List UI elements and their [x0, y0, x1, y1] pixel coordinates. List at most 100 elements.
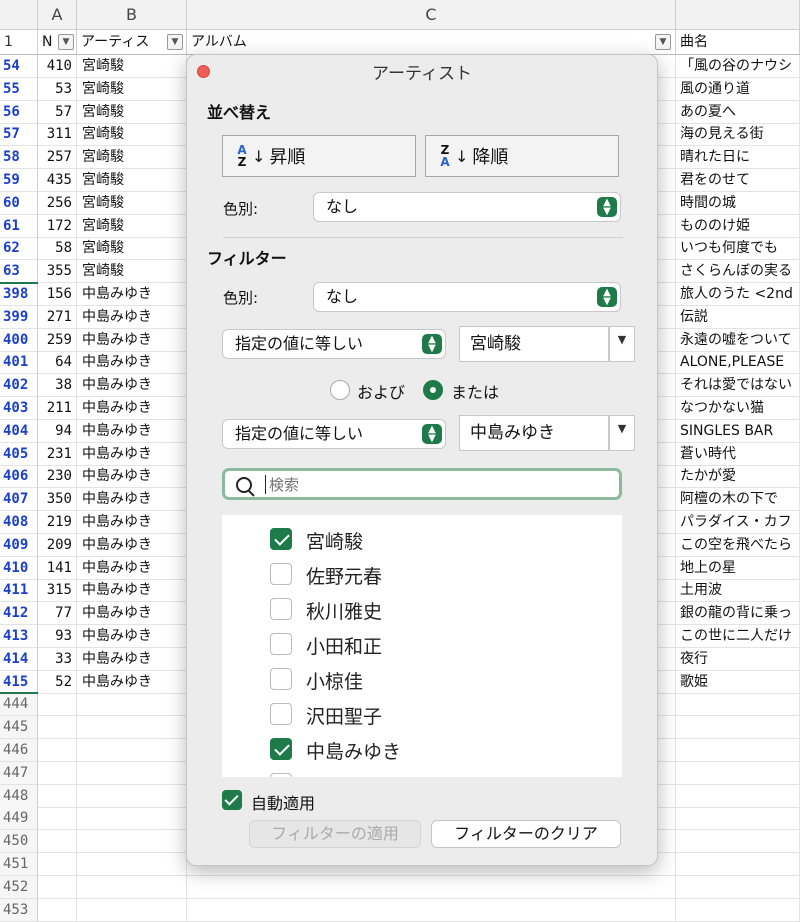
row-number[interactable]: 408	[0, 511, 38, 534]
header-cell-n[interactable]: N ▼	[38, 30, 77, 54]
row-number[interactable]: 400	[0, 328, 38, 352]
row-number[interactable]: 409	[0, 533, 38, 557]
list-item[interactable]: 宮崎駿	[222, 522, 622, 557]
cell-artist[interactable]: 中島みゆき	[77, 328, 187, 352]
cell-artist[interactable]: 宮崎駿	[77, 169, 187, 192]
row-number[interactable]: 63	[0, 260, 38, 284]
row-number[interactable]: 55	[0, 77, 38, 101]
cell-artist[interactable]	[77, 761, 187, 785]
cell-number[interactable]: 410	[38, 55, 77, 78]
row-number[interactable]: 402	[0, 374, 38, 398]
cell-number[interactable]: 38	[38, 374, 77, 398]
cell-artist[interactable]: 中島みゆき	[77, 647, 187, 671]
cell-number[interactable]	[38, 716, 77, 740]
cell-number[interactable]: 211	[38, 397, 77, 420]
cell-title[interactable]: あの夏へ	[676, 100, 800, 124]
search-box[interactable]	[222, 468, 622, 500]
row-number[interactable]: 453	[0, 898, 38, 922]
cell-title[interactable]	[676, 807, 800, 831]
cell-artist[interactable]: 中島みゆき	[77, 465, 187, 489]
and-radio[interactable]	[330, 380, 350, 400]
cell-number[interactable]	[38, 898, 77, 922]
cell-number[interactable]: 219	[38, 511, 77, 534]
filter-value-list[interactable]: 宮崎駿 佐野元春 秋川雅史 小田和正 小椋佳 沢田聖子 中島みゆき	[222, 515, 622, 777]
cell-title[interactable]: もののけ姫	[676, 214, 800, 238]
cell-artist[interactable]: 中島みゆき	[77, 397, 187, 420]
cell-artist[interactable]: 宮崎駿	[77, 214, 187, 238]
cell-number[interactable]	[38, 853, 77, 876]
cell-number[interactable]: 33	[38, 647, 77, 671]
row-number[interactable]: 451	[0, 853, 38, 876]
cell-artist[interactable]	[77, 716, 187, 740]
cell-title[interactable]: 歌姫	[676, 670, 800, 694]
cell-number[interactable]	[38, 739, 77, 762]
cell-title[interactable]: 伝説	[676, 305, 800, 329]
row-number[interactable]: 447	[0, 761, 38, 785]
cell-artist[interactable]: 宮崎駿	[77, 260, 187, 284]
cell-title[interactable]	[676, 898, 800, 922]
condition1-operator-select[interactable]: 指定の値に等しい ▲ ▼	[222, 329, 446, 359]
cell-title[interactable]: それは愛ではない	[676, 374, 800, 398]
row-number[interactable]: 445	[0, 716, 38, 740]
cell-title[interactable]: この空を飛べたら	[676, 533, 800, 557]
row-number[interactable]: 62	[0, 237, 38, 261]
cell-number[interactable]: 141	[38, 556, 77, 580]
checkbox[interactable]	[270, 598, 292, 620]
row-number[interactable]: 449	[0, 807, 38, 831]
cell-number[interactable]: 435	[38, 169, 77, 192]
cell-artist[interactable]: 中島みゆき	[77, 351, 187, 375]
checkbox[interactable]	[270, 773, 292, 777]
cell-artist[interactable]: 中島みゆき	[77, 305, 187, 329]
cell-title[interactable]	[676, 784, 800, 808]
row-number[interactable]: 446	[0, 739, 38, 762]
cell-number[interactable]: 64	[38, 351, 77, 375]
cell-title[interactable]: 晴れた日に	[676, 146, 800, 170]
filter-dropdown-icon[interactable]: ▼	[655, 34, 671, 50]
row-number[interactable]: 59	[0, 169, 38, 192]
row-number[interactable]: 56	[0, 100, 38, 124]
row-number[interactable]: 1	[0, 30, 38, 54]
column-header-d[interactable]	[676, 0, 800, 30]
cell-number[interactable]: 230	[38, 465, 77, 489]
cell-number[interactable]	[38, 761, 77, 785]
column-header-a[interactable]: A	[38, 0, 77, 30]
checkbox[interactable]	[270, 738, 292, 760]
header-cell-artist[interactable]: アーティス ▼	[77, 30, 187, 54]
sort-ascending-button[interactable]: A Z ↓ 昇順	[222, 135, 416, 177]
cell-artist[interactable]	[77, 739, 187, 762]
cell-title[interactable]: いつも何度でも	[676, 237, 800, 261]
cell-artist[interactable]	[77, 807, 187, 831]
row-number[interactable]: 57	[0, 123, 38, 147]
cell-artist[interactable]: 中島みゆき	[77, 442, 187, 466]
cell-number[interactable]: 350	[38, 488, 77, 512]
cell-number[interactable]: 52	[38, 670, 77, 694]
cell-artist[interactable]: 宮崎駿	[77, 100, 187, 124]
cell-number[interactable]	[38, 807, 77, 831]
corner-cell[interactable]	[0, 0, 38, 30]
row-number[interactable]: 399	[0, 305, 38, 329]
cell-title[interactable]: この世に二人だけ	[676, 625, 800, 648]
cell-number[interactable]	[38, 784, 77, 808]
cell-artist[interactable]: 中島みゆき	[77, 625, 187, 648]
cell-album[interactable]	[187, 875, 676, 899]
cell-title[interactable]	[676, 830, 800, 854]
cell-artist[interactable]: 中島みゆき	[77, 602, 187, 626]
list-item[interactable]: 佐野元春	[222, 557, 622, 592]
cell-artist[interactable]	[77, 830, 187, 854]
condition1-value-combo[interactable]: 宮崎駿 ▼	[459, 326, 635, 362]
cell-album[interactable]	[187, 898, 676, 922]
list-item[interactable]: 沢田聖子	[222, 697, 622, 732]
cell-artist[interactable]	[77, 784, 187, 808]
row-number[interactable]: 406	[0, 465, 38, 489]
cell-artist[interactable]: 中島みゆき	[77, 511, 187, 534]
row-number[interactable]: 398	[0, 283, 38, 306]
apply-filter-button[interactable]: フィルターの適用	[249, 820, 421, 848]
cell-number[interactable]: 256	[38, 191, 77, 215]
filter-color-select[interactable]: なし ▲ ▼	[313, 282, 621, 312]
cell-title[interactable]: 銀の龍の背に乗っ	[676, 602, 800, 626]
condition2-operator-select[interactable]: 指定の値に等しい ▲ ▼	[222, 419, 446, 449]
cell-artist[interactable]	[77, 853, 187, 876]
cell-number[interactable]: 156	[38, 283, 77, 306]
cell-title[interactable]: さくらんぼの実る	[676, 260, 800, 284]
cell-number[interactable]	[38, 693, 77, 717]
